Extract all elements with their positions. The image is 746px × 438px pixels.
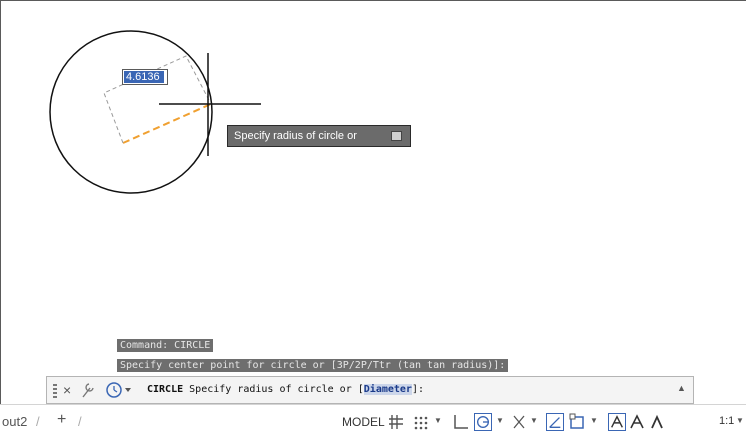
close-icon[interactable]: × bbox=[63, 382, 71, 398]
model-space-button[interactable]: MODEL bbox=[342, 415, 385, 429]
autoscale-icon[interactable] bbox=[628, 413, 646, 431]
tab-separator: / bbox=[78, 414, 82, 429]
tooltip-text: Specify radius of circle or bbox=[234, 130, 357, 142]
diameter-option[interactable]: Diameter bbox=[363, 384, 412, 395]
dynamic-input-tooltip: Specify radius of circle or bbox=[227, 125, 411, 147]
command-prompt[interactable]: CIRCLE Specify radius of circle or [Diam… bbox=[147, 384, 424, 395]
polar-dropdown-icon[interactable]: ▼ bbox=[496, 416, 504, 425]
wrench-icon[interactable] bbox=[80, 381, 96, 404]
command-history-toggle[interactable]: ▲ bbox=[677, 383, 686, 393]
circle-entity[interactable] bbox=[49, 30, 213, 194]
grid-icon[interactable] bbox=[387, 413, 405, 431]
radius-rubberband bbox=[122, 103, 212, 144]
polar-icon[interactable] bbox=[474, 413, 492, 431]
layout-tab[interactable]: out2 bbox=[2, 414, 27, 429]
dynamic-input-value[interactable]: 4.6136 bbox=[124, 71, 164, 83]
isodraft-icon[interactable] bbox=[510, 413, 528, 431]
snap-dropdown-icon[interactable]: ▼ bbox=[434, 416, 442, 425]
annotation-visibility-icon[interactable] bbox=[608, 413, 626, 431]
bracket-close: ]: bbox=[411, 384, 424, 395]
snap-icon[interactable] bbox=[412, 413, 430, 431]
selection-cycling-icon[interactable] bbox=[568, 413, 586, 431]
command-history-line: Command: CIRCLE bbox=[117, 339, 214, 352]
drawing-canvas[interactable] bbox=[1, 1, 746, 405]
current-command: CIRCLE bbox=[147, 384, 184, 395]
isodraft-dropdown-icon[interactable]: ▼ bbox=[530, 416, 538, 425]
dynamic-input-field[interactable]: 4.6136 bbox=[122, 69, 168, 85]
prompt-text: Specify radius of circle or bbox=[189, 384, 352, 395]
annotation-scale-icon[interactable] bbox=[648, 413, 666, 431]
command-history-line: Specify center point for circle or [3P/2… bbox=[117, 359, 509, 372]
annotation-scale-value[interactable]: 1:1 bbox=[719, 415, 734, 427]
add-layout-button[interactable]: + bbox=[57, 411, 66, 429]
command-line[interactable]: × CIRCLE Specify radius of circle or [Di… bbox=[46, 376, 694, 404]
command-line-grip[interactable] bbox=[53, 384, 57, 398]
drawing-area[interactable]: 4.6136 Specify radius of circle or Comma… bbox=[0, 0, 746, 404]
osnap-icon[interactable] bbox=[546, 413, 564, 431]
scale-dropdown-icon[interactable]: ▼ bbox=[736, 416, 744, 425]
status-bar: out2 / + / MODEL ▼ ▼ ▼ ▼ 1:1 ▼ bbox=[0, 404, 746, 438]
selection-dropdown-icon[interactable]: ▼ bbox=[590, 416, 598, 425]
recent-commands-icon[interactable] bbox=[105, 380, 139, 405]
ortho-icon[interactable] bbox=[452, 413, 470, 431]
bracket-open: [ bbox=[357, 384, 364, 395]
tab-separator: / bbox=[36, 414, 40, 429]
down-arrow-key-icon bbox=[391, 131, 402, 141]
